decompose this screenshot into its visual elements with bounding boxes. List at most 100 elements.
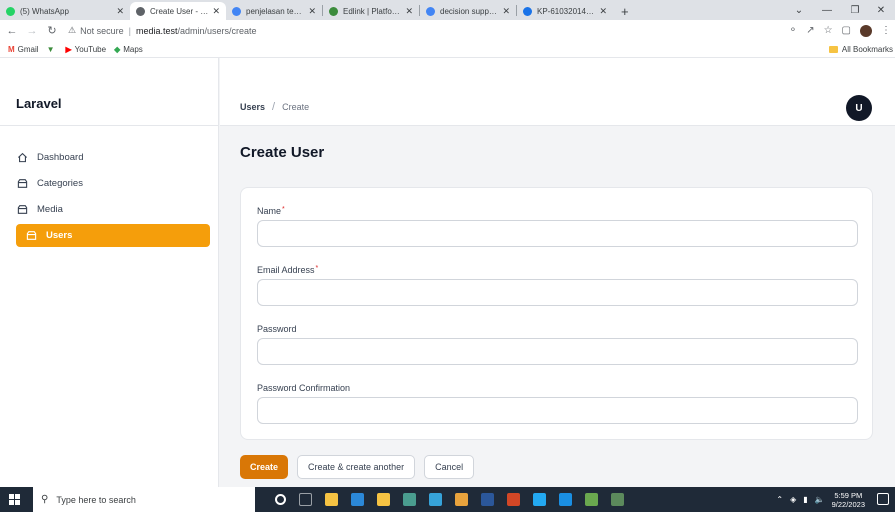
youtube-icon: ▶ xyxy=(65,44,72,54)
store-icon[interactable] xyxy=(377,493,390,506)
sidebar-item-dashboard[interactable]: Dashboard xyxy=(16,146,210,169)
create-button[interactable]: Create xyxy=(240,455,289,479)
bookmark-item[interactable]: ▶ YouTube xyxy=(65,45,106,54)
windows-start-icon[interactable] xyxy=(9,494,20,505)
network-icon[interactable]: ◈ xyxy=(790,495,796,504)
main-content: Create User Name* Email Address* Password P… xyxy=(220,126,895,487)
task-view-icon[interactable] xyxy=(299,493,312,506)
file-explorer-icon[interactable] xyxy=(325,493,338,506)
taskbar: ⚲ Type here to search ⌃ ◈ ▮ 🔈 5:59 PM 9/… xyxy=(0,487,895,512)
window-close-icon[interactable]: ✕ xyxy=(867,0,895,20)
brand-logo[interactable]: Laravel xyxy=(0,58,218,126)
breadcrumb-users[interactable]: Users xyxy=(240,102,265,112)
powerpoint-icon[interactable] xyxy=(507,493,520,506)
tab-close-icon[interactable]: ✕ xyxy=(405,6,413,17)
reload-icon[interactable]: ↻ xyxy=(44,24,60,37)
sidebar-item-media[interactable]: Media xyxy=(16,198,210,221)
tab-close-icon[interactable]: ✕ xyxy=(502,6,510,17)
docs-icon xyxy=(523,6,532,16)
clock[interactable]: 5:59 PM 9/22/2023 xyxy=(832,491,865,509)
security-status: Not secure xyxy=(80,25,124,36)
browser-tab[interactable]: penjelasan tentang la✕ xyxy=(226,2,322,20)
star-icon[interactable]: ☆ xyxy=(824,25,833,36)
user-avatar[interactable]: U xyxy=(846,95,872,121)
maximize-icon[interactable]: ❐ xyxy=(841,0,869,20)
key-icon[interactable]: ⚬ xyxy=(789,25,797,36)
bookmark-label: Gmail xyxy=(17,44,39,54)
taskbar-search[interactable]: ⚲ Type here to search xyxy=(33,487,255,512)
chrome-icon[interactable] xyxy=(455,493,468,506)
minimize-icon[interactable]: — xyxy=(813,0,841,20)
bookmark-item[interactable]: ◆ Maps xyxy=(114,45,143,54)
notification-icon[interactable] xyxy=(877,493,889,505)
word-icon[interactable] xyxy=(481,493,494,506)
browser-tab[interactable]: decision support syste✕ xyxy=(420,2,516,20)
warning-icon: ⚠ xyxy=(68,25,77,35)
folder-icon xyxy=(16,178,28,189)
browser-tab[interactable]: (5) WhatsApp ✕ xyxy=(0,2,130,20)
cancel-button[interactable]: Cancel xyxy=(424,455,475,479)
sidebar-item-label: Dashboard xyxy=(37,152,84,163)
breadcrumb: Users / Create xyxy=(240,101,309,113)
cortana-icon[interactable] xyxy=(275,494,286,505)
bookmark-item[interactable]: ▼ xyxy=(47,45,58,54)
sidebar-item-label: Media xyxy=(37,204,63,215)
app-icon[interactable] xyxy=(559,493,572,506)
email-label-text: Email Address xyxy=(257,265,315,275)
xampp-icon[interactable] xyxy=(611,493,624,506)
mail-icon[interactable] xyxy=(351,493,364,506)
browser-tab[interactable]: KP-6103201427-Full T ✕ xyxy=(517,2,613,20)
tab-close-icon[interactable]: ✕ xyxy=(116,6,124,17)
topbar: Users / Create U xyxy=(220,58,895,126)
bookmark-item[interactable]: M Gmail xyxy=(8,45,39,54)
password-input[interactable] xyxy=(257,338,858,365)
google-icon xyxy=(232,6,241,16)
share-icon[interactable]: ↗ xyxy=(806,25,814,36)
google-icon xyxy=(426,6,435,16)
forward-icon[interactable]: → xyxy=(24,25,40,37)
email-input[interactable] xyxy=(257,279,858,306)
tab-close-icon[interactable]: ✕ xyxy=(212,6,220,17)
name-input[interactable] xyxy=(257,220,858,247)
bookmark-label: Maps xyxy=(123,44,143,54)
tab-close-icon[interactable]: ✕ xyxy=(308,6,316,17)
edlink-icon: ▼ xyxy=(46,44,55,54)
password-confirmation-label: Password Confirmation xyxy=(257,383,350,393)
browser-tab[interactable]: Edlink | Platform Pem✕ xyxy=(323,2,419,20)
taskbar-search-placeholder: Type here to search xyxy=(56,494,136,505)
menu-icon[interactable]: ⋮ xyxy=(881,25,891,36)
chevron-up-icon[interactable]: ⌃ xyxy=(776,495,783,504)
volume-icon[interactable]: 🔈 xyxy=(815,495,825,504)
browser-tab[interactable]: Create User - Laravel ✕ xyxy=(130,2,226,20)
side-panel-icon[interactable]: ▢ xyxy=(842,25,851,36)
back-icon[interactable]: ← xyxy=(4,25,20,37)
password-confirmation-input[interactable] xyxy=(257,397,858,424)
sidebar-item-categories[interactable]: Categories xyxy=(16,172,210,195)
sidebar-item-label: Categories xyxy=(37,178,83,189)
name-label-text: Name xyxy=(257,206,282,216)
calculator-icon[interactable] xyxy=(403,493,416,506)
url-omnibox[interactable]: ⚠ Not secure | media.test/admin/users/cr… xyxy=(68,23,257,39)
folder-icon xyxy=(25,230,37,241)
search-icon: ⚲ xyxy=(41,494,49,505)
password-confirmation-label-text: Password Confirmation xyxy=(257,383,351,393)
url-divider: | xyxy=(128,25,131,36)
sidebar-item-users[interactable]: Users xyxy=(16,224,210,247)
sidebar-nav: Dashboard Categories Media Users xyxy=(0,126,218,247)
minecraft-icon[interactable] xyxy=(585,493,598,506)
sidebar-item-label: Users xyxy=(46,230,73,241)
vscode-icon[interactable] xyxy=(533,493,546,506)
home-icon xyxy=(16,152,28,163)
tab-label: KP-6103201427-Full T xyxy=(537,6,595,16)
edlink-icon xyxy=(329,6,338,16)
new-tab-button[interactable]: + xyxy=(613,2,637,20)
tab-search-icon[interactable]: ⌄ xyxy=(785,0,813,20)
page-title: Create User xyxy=(240,144,325,161)
password-label-text: Password xyxy=(257,324,297,334)
create-another-button[interactable]: Create & create another xyxy=(297,455,416,479)
tab-close-icon[interactable]: ✕ xyxy=(599,6,607,17)
all-bookmarks[interactable]: All Bookmarks xyxy=(828,41,893,58)
profile-avatar[interactable] xyxy=(860,24,872,37)
edge-icon[interactable] xyxy=(429,493,442,506)
battery-icon[interactable]: ▮ xyxy=(803,495,807,504)
